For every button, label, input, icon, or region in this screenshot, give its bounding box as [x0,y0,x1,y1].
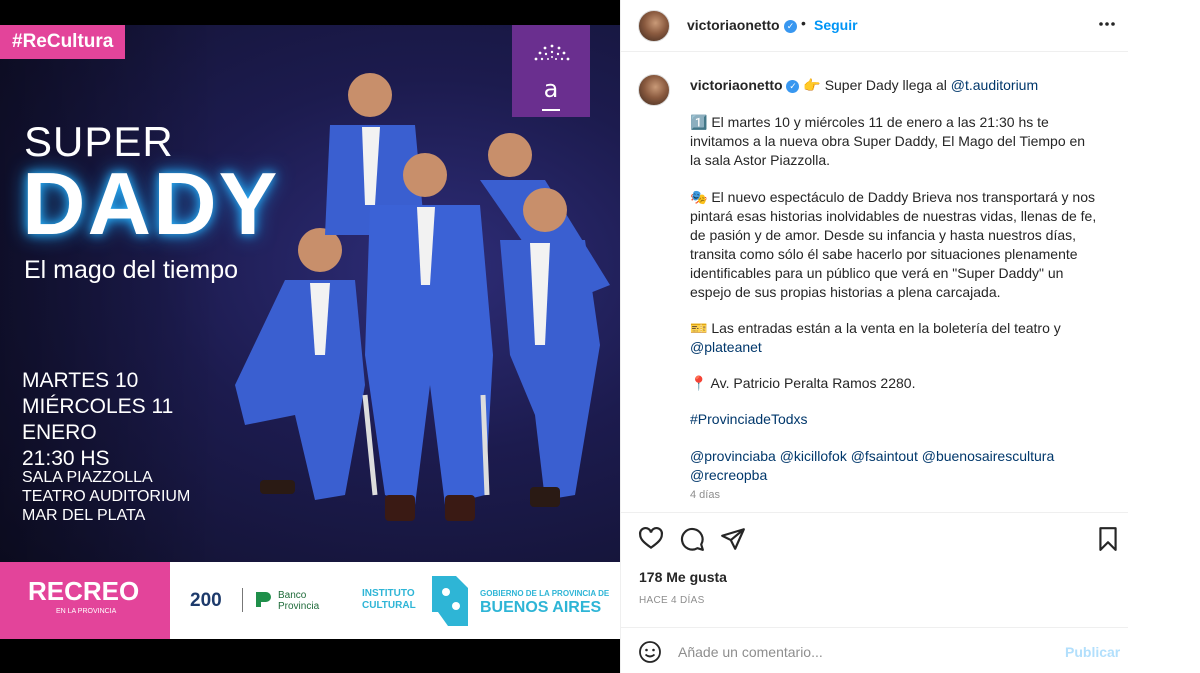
banco-line: Provincia [278,601,320,612]
verified-icon: ✓ [786,80,800,93]
caption-line: transita como sólo él sabe hacerlo por s… [690,246,1078,262]
caption-line: espejo de sus propias historias a plena … [690,284,1001,300]
bookmark-icon[interactable] [1095,526,1121,552]
sponsor-divider [242,588,243,612]
poster-date-line: MIÉRCOLES 11 [22,395,174,418]
caption-first-line: victoriaonetto ✓ 👉 Super Dady llega al @… [690,76,1038,94]
comment-input[interactable] [678,641,1038,663]
instagram-post-view: #ReCultura a SUPER DADY El mago del tiem… [0,0,1200,673]
instituto-line: INSTITUTO [362,588,415,599]
poster-venue-line: MAR DEL PLATA [22,507,146,524]
caption-username[interactable]: victoriaonetto [690,77,783,93]
post-image[interactable]: #ReCultura a SUPER DADY El mago del tiem… [0,0,620,673]
performer-left [235,228,365,500]
caption-line: la sala Astor Piazzolla. [690,152,831,168]
recreo-logo-box: RECREO EN LA PROVINCIA [0,562,170,639]
caption-line: de pasión y de amor. Desde su infancia y… [690,227,1077,243]
mention-link[interactable]: @t.auditorium [951,77,1038,93]
caption-avatar[interactable] [638,74,670,106]
poster-venue: SALA PIAZZOLLA TEATRO AUDITORIUM MAR DEL… [22,468,190,525]
poster-date-line: ENERO [22,421,97,444]
performers-illustration [235,73,610,521]
caption-area: victoriaonetto ✓ 👉 Super Dady llega al @… [621,52,1129,512]
verified-icon: ✓ [784,20,798,33]
caption-line: 🎭 El nuevo espectáculo de Daddy Brieva n… [690,189,1095,205]
post-time-ago: HACE 4 DÍAS [639,595,705,606]
caption-line: identificables para un público que verá … [690,265,1064,281]
caption-intro: Super Dady llega al [824,77,947,93]
header-user: victoriaonetto ✓ [687,17,798,35]
bicentenario-logo: 200 [190,590,222,611]
post-actions: 178 Me gusta HACE 4 DÍAS [621,512,1129,622]
mention-link[interactable]: @plateanet [690,338,762,356]
mention-link[interactable]: @recreopba [690,466,767,484]
likes-count[interactable]: 178 Me gusta [639,569,727,585]
page-margin [1128,0,1200,673]
poster-subtitle: El mago del tiempo [24,256,239,284]
mentions-line[interactable]: @provinciaba @kicillofok @fsaintout @bue… [690,447,1054,465]
poster-hashtag: #ReCultura [0,25,126,59]
caption-timestamp: 4 días [690,489,720,501]
header-separator: • [801,15,806,31]
publish-button[interactable]: Publicar [1065,644,1120,660]
banco-provincia-icon [256,592,271,607]
recreo-logo: RECREO [28,576,140,606]
avatar[interactable] [638,10,670,42]
more-horizontal-icon[interactable] [1097,14,1117,34]
banco-provincia-logo: Banco Provincia [278,590,319,612]
caption-emoji: 👉 [803,77,821,93]
caption-line: 🎫 Las entradas están a la venta en la bo… [690,320,1061,336]
post-side-panel: victoriaonetto ✓ • Seguir victoriaonetto… [620,0,1129,673]
instituto-line: CULTURAL [362,600,416,611]
caption-address: 📍 Av. Patricio Peralta Ramos 2280. [690,375,916,391]
buenos-aires-province-icon [432,576,468,626]
emoji-icon[interactable] [638,640,662,664]
sponsor-bar: RECREO EN LA PROVINCIA 200 Banco Provinc… [0,562,620,639]
performer-center [362,153,493,521]
recreo-subtitle: EN LA PROVINCIA [56,608,117,615]
header-username[interactable]: victoriaonetto [687,17,780,33]
share-icon[interactable] [720,526,746,552]
instituto-cultural-logo: INSTITUTO CULTURAL [362,588,416,612]
heart-icon[interactable] [638,526,664,552]
post-header: victoriaonetto ✓ • Seguir [621,0,1129,52]
comment-bar: Publicar [621,627,1129,673]
poster-venue-line: TEATRO AUDITORIUM [22,488,191,505]
poster-venue-line: SALA PIAZZOLLA [22,469,153,486]
comment-icon[interactable] [679,526,705,552]
hashtag-link[interactable]: #ProvinciadeTodxs [690,410,808,428]
buenos-aires-label: BUENOS AIRES [480,599,602,616]
banco-line: Banco [278,590,307,601]
poster-dates: MARTES 10 MIÉRCOLES 11 ENERO 21:30 HS [22,368,173,472]
gobierno-label: GOBIERNO DE LA PROVINCIA DE [480,589,610,598]
follow-button[interactable]: Seguir [814,17,858,33]
caption-line: pintará esas historias inolvidables de n… [690,208,1097,224]
caption-line: 1️⃣ El martes 10 y miércoles 11 de enero… [690,114,1049,130]
poster-date-line: MARTES 10 [22,369,139,392]
caption-line: invitamos a la nueva obra Super Daddy, E… [690,133,1086,149]
